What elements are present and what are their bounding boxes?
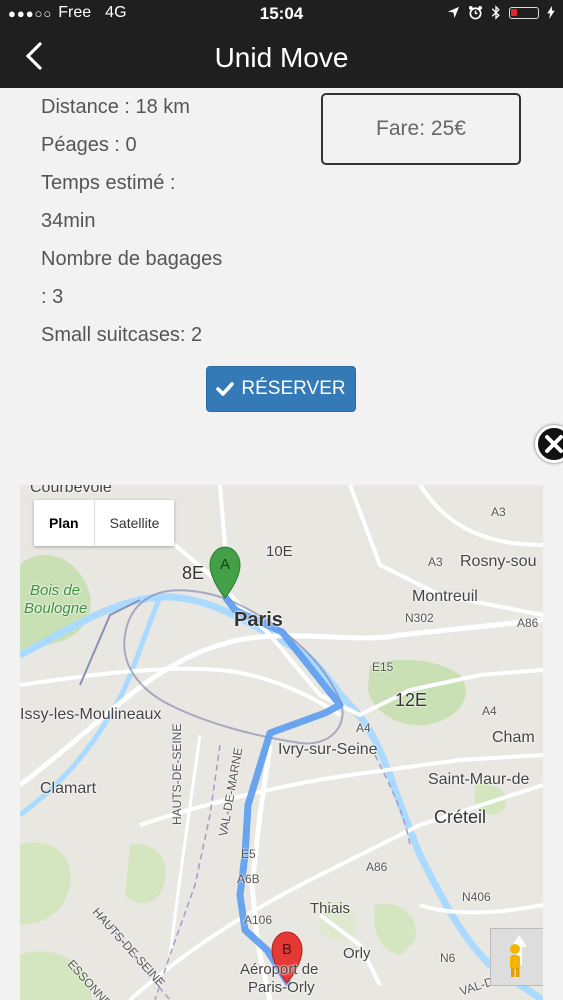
map-label-issy: Issy-les-Moulineaux [20, 706, 162, 723]
map-label-boulogne: Boulogne [24, 600, 88, 617]
map-road-n6: N6 [440, 951, 456, 965]
reserve-button[interactable]: RÉSERVER [206, 366, 356, 412]
map-label-creteil: Créteil [434, 807, 487, 827]
tolls-text: Péages : 0 [41, 134, 137, 156]
map-road-a86: A86 [517, 616, 539, 630]
map-label-orly: Orly [343, 945, 371, 962]
map-label-rosny: Rosny-sou [460, 553, 537, 570]
map-type-satellite[interactable]: Satellite [95, 500, 175, 546]
map-type-switch: Plan Satellite [34, 500, 175, 546]
map-label-8e: 8E [182, 563, 205, 583]
alarm-icon [468, 5, 483, 20]
distance-text: Distance : 18 km [41, 96, 190, 118]
battery-icon [509, 6, 539, 19]
reserve-button-label: RÉSERVER [241, 378, 346, 399]
map-label-clamart: Clamart [40, 780, 97, 797]
map-road-a106: A106 [244, 913, 273, 927]
map-label-montreuil: Montreuil [412, 588, 478, 605]
pegman-icon [510, 935, 527, 977]
bluetooth-icon [491, 5, 500, 20]
luggage-count-label: Nombre de bagages [41, 248, 223, 270]
map-road-n406: N406 [462, 890, 491, 904]
map-label-courbevoie: Courbevoie [30, 485, 112, 496]
header-bar: Unid Move [0, 28, 563, 88]
small-suitcases-text: Small suitcases: 2 [41, 324, 203, 346]
status-bar: ●●●○○ Free 4G 15:04 [0, 0, 563, 28]
map-road-a3-2: A3 [428, 555, 443, 569]
map-label-paris: Paris [234, 609, 283, 631]
map-road-a4-2: A4 [482, 704, 497, 718]
map-label-champigny: Cham [492, 729, 535, 746]
estimated-time-label: Temps estimé : [41, 172, 176, 194]
map-road-a3: A3 [491, 505, 506, 519]
svg-text:A: A [220, 556, 230, 573]
map-label-12e: 12E [395, 690, 428, 710]
map-label-airport: Aéroport de [240, 961, 319, 978]
trip-details: Distance : 18 km Péages : 0 Temps estimé… [41, 88, 271, 354]
map-road-a86-2: A86 [366, 860, 388, 874]
map-road-n302: N302 [405, 611, 434, 625]
map-road-a6b: A6B [237, 872, 260, 886]
map-label-10e: 10E [266, 543, 293, 560]
luggage-count-value: : 3 [41, 286, 64, 308]
map-label-ivry: Ivry-sur-Seine [278, 741, 378, 758]
map-road-a4: A4 [356, 721, 371, 735]
fare-text: Fare: 25€ [376, 117, 466, 140]
charging-bolt-icon [547, 6, 555, 19]
check-icon [216, 382, 235, 396]
map-label-saint-maur: Saint-Maur-de [428, 771, 530, 788]
fare-box: Fare: 25€ [321, 93, 521, 165]
marker-a-icon[interactable]: A [209, 546, 241, 599]
location-arrow-icon [447, 6, 460, 19]
map-label-thiais: Thiais [310, 900, 351, 917]
estimated-time-value: 34min [41, 210, 96, 232]
map-label-paris-orly: Paris-Orly [248, 979, 315, 996]
close-icon[interactable] [535, 425, 563, 463]
map-label-hauts-de-seine: HAUTS-DE-SEINE [170, 723, 184, 825]
route-map[interactable]: A B Plan Satellite Courbevoie 8E 10E Par… [20, 485, 543, 1000]
svg-text:B: B [282, 941, 292, 958]
map-road-e15: E15 [372, 660, 394, 674]
street-view-pegman-button[interactable] [490, 928, 543, 986]
map-type-plan[interactable]: Plan [34, 500, 95, 546]
map-label-bois-de: Bois de [30, 582, 81, 599]
page-title: Unid Move [214, 42, 349, 73]
map-road-e5: E5 [241, 847, 256, 861]
